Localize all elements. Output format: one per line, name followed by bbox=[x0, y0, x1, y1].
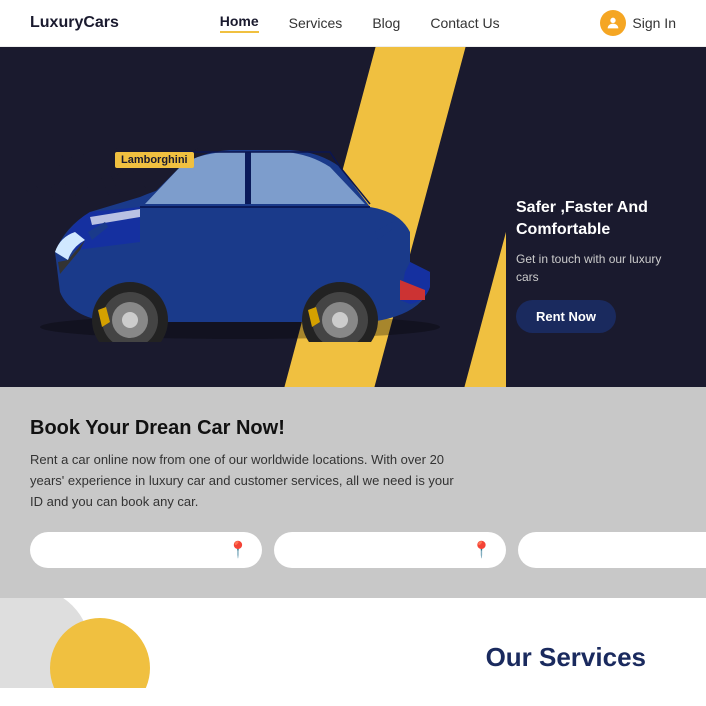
nav-links: Home Services Blog Contact Us bbox=[220, 13, 500, 33]
services-heading-area: Our Services bbox=[486, 642, 646, 673]
booking-section: Book Your Drean Car Now! Rent a car onli… bbox=[0, 387, 706, 598]
signin-label: Sign In bbox=[632, 15, 676, 31]
hero-section: URUS Lamborghini bbox=[0, 47, 706, 387]
services-preview: Our Services bbox=[0, 598, 706, 688]
user-avatar-icon bbox=[600, 10, 626, 36]
nav-blog[interactable]: Blog bbox=[372, 15, 400, 31]
dropoff-location-icon: 📍 bbox=[472, 540, 492, 560]
booking-form: 📍 📍 📅 Book bbox=[30, 532, 676, 568]
hero-text-block: Safer ,Faster And Comfortable Get in tou… bbox=[516, 197, 686, 333]
rent-now-button[interactable]: Rent Now bbox=[516, 300, 616, 333]
lamborghini-badge: Lamborghini bbox=[115, 152, 194, 168]
pickup-location-icon: 📍 bbox=[228, 540, 248, 560]
booking-heading: Book Your Drean Car Now! bbox=[30, 417, 676, 440]
date-input[interactable] bbox=[532, 543, 706, 558]
hero-tagline: Safer ,Faster And Comfortable bbox=[516, 197, 686, 242]
date-input-wrap: 📅 bbox=[518, 532, 706, 568]
nav-home[interactable]: Home bbox=[220, 13, 259, 33]
navbar: LuxuryCars Home Services Blog Contact Us… bbox=[0, 0, 706, 47]
dropoff-input-wrap: 📍 bbox=[274, 532, 506, 568]
car-image bbox=[10, 72, 470, 347]
nav-contact[interactable]: Contact Us bbox=[430, 15, 499, 31]
dropoff-input[interactable] bbox=[288, 543, 464, 558]
hero-subtitle: Get in touch with our luxury cars bbox=[516, 250, 686, 286]
pickup-input[interactable] bbox=[44, 543, 220, 558]
services-heading: Our Services bbox=[486, 642, 646, 673]
site-logo: LuxuryCars bbox=[30, 14, 119, 32]
signin-button[interactable]: Sign In bbox=[600, 10, 676, 36]
nav-services[interactable]: Services bbox=[289, 15, 343, 31]
pickup-input-wrap: 📍 bbox=[30, 532, 262, 568]
booking-description: Rent a car online now from one of our wo… bbox=[30, 450, 460, 512]
